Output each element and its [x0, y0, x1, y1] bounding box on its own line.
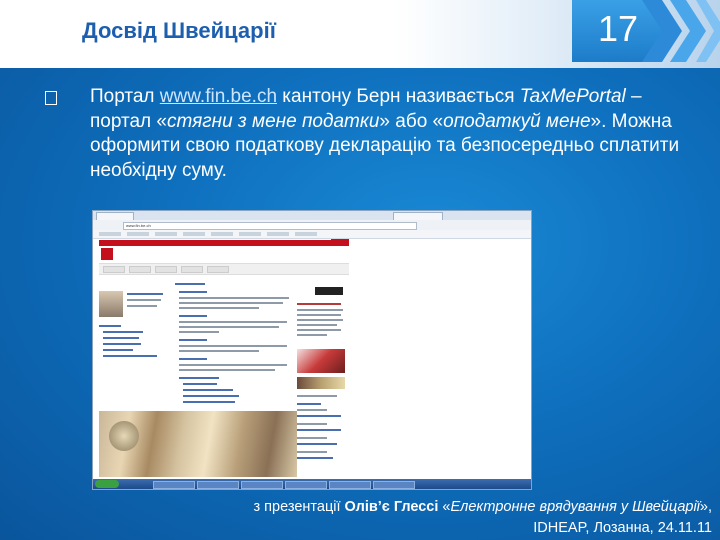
quote-1: стягни з мене податки — [167, 110, 380, 132]
browser-tab — [393, 212, 443, 220]
portal-link[interactable]: www.fin.be.ch — [160, 86, 277, 107]
source-caption: з презентації Олів’є Глессі «Електронне … — [152, 497, 713, 539]
portal-name: TaxMePortal — [519, 86, 626, 107]
body-intro: Портал — [90, 86, 160, 107]
caption-prefix: з презентації — [253, 499, 345, 515]
bookmarks-bar — [93, 230, 531, 239]
start-button-icon — [95, 480, 119, 488]
caption-mid: « — [438, 499, 451, 515]
slide-number: 17 — [597, 8, 639, 49]
site-search-button — [331, 239, 349, 245]
browser-tab-bar — [93, 211, 531, 220]
square-bullet-icon — [45, 91, 57, 105]
quote-2: оподаткуй мене — [443, 110, 591, 132]
address-field: www.fin.be.ch — [123, 222, 417, 230]
promo-image — [297, 349, 345, 373]
windows-taskbar — [93, 479, 531, 489]
caption-end: », — [699, 499, 712, 515]
website-screenshot: www.fin.be.ch — [92, 210, 532, 490]
taxme-logo — [315, 287, 343, 295]
caption-author: Олів’є Глессі — [344, 499, 439, 515]
body-part4: » або « — [379, 110, 444, 132]
director-portrait — [99, 291, 123, 317]
site-banner-image — [99, 411, 297, 477]
site-red-bar — [99, 240, 349, 246]
coin-image — [109, 421, 139, 451]
body-part2: кантону Берн називається — [277, 86, 520, 107]
slide-title: Досвід Швейцарії — [82, 18, 276, 43]
chevron-decoration-icon — [642, 0, 720, 62]
browser-tab — [96, 212, 134, 220]
caption-work: Електронне врядування у Швейцарії — [450, 499, 700, 515]
body-paragraph: Портал www.fin.be.ch кантону Берн назива… — [90, 85, 690, 183]
promo-image — [297, 377, 345, 389]
caption-line2: IDHEAP, Лозанна, 24.11.11 — [533, 520, 712, 536]
site-navigation — [99, 263, 349, 275]
canton-logo-icon — [101, 248, 113, 260]
